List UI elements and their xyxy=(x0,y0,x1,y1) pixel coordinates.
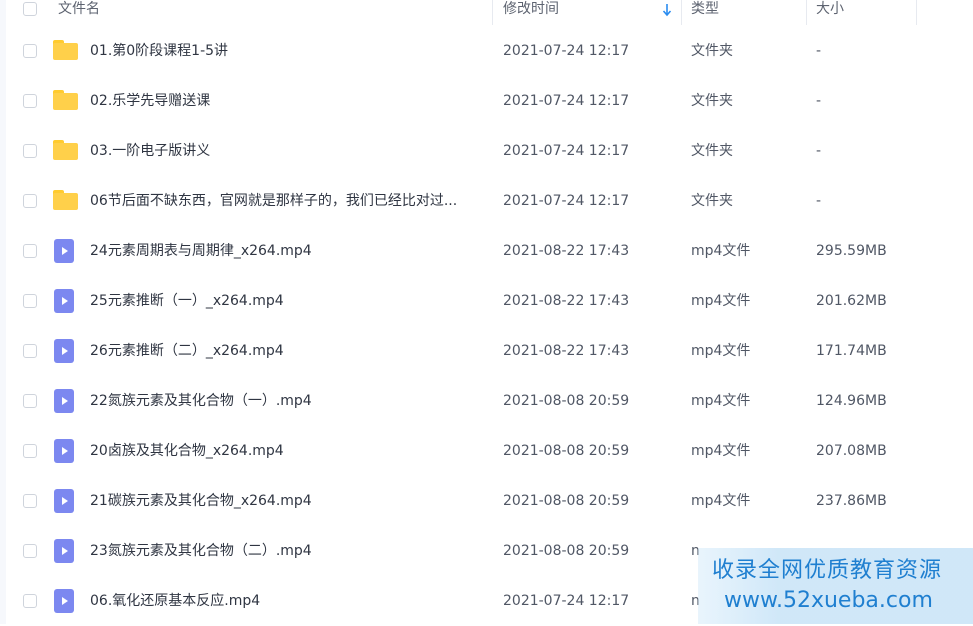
file-size: - xyxy=(816,143,822,159)
file-name-link[interactable]: 21碳族元素及其化合物_x264.mp4 xyxy=(90,476,312,526)
file-name-link[interactable]: 26元素推断（二）_x264.mp4 xyxy=(90,326,284,376)
file-name-link[interactable]: 24元素周期表与周期律_x264.mp4 xyxy=(90,226,312,276)
file-row[interactable]: 25元素推断（一）_x264.mp4 2021-08-22 17:43 mp4文件 2… xyxy=(6,276,973,326)
file-name-link[interactable]: 20卤族及其化合物_x264.mp4 xyxy=(90,426,284,476)
file-row[interactable]: 02.乐学先导赠送课 2021-07-24 12:17 文件夹 - xyxy=(6,76,973,126)
file-size: 237.86MB xyxy=(816,493,887,509)
folder-icon xyxy=(53,90,78,110)
file-size: 295.59MB xyxy=(816,243,887,259)
file-type: mp4文件 xyxy=(691,443,751,459)
file-name-link[interactable]: 03.一阶电子版讲义 xyxy=(90,126,210,176)
file-name-link[interactable]: 06节后面不缺东西，官网就是那样子的，我们已经比对过... xyxy=(90,176,457,226)
watermark-url: www.52xueba.com xyxy=(724,588,933,613)
file-type: 文件夹 xyxy=(691,93,733,109)
file-row[interactable]: 06节后面不缺东西，官网就是那样子的，我们已经比对过... 2021-07-24 … xyxy=(6,176,973,226)
modified-time: 2021-07-24 12:17 xyxy=(503,593,630,609)
column-divider xyxy=(492,0,493,25)
modified-time: 2021-07-24 12:17 xyxy=(503,43,630,59)
column-divider xyxy=(681,0,682,25)
file-type: mp4文件 xyxy=(691,493,751,509)
file-size: - xyxy=(816,193,822,209)
modified-time: 2021-08-22 17:43 xyxy=(503,293,630,309)
file-size: 201.62MB xyxy=(816,293,887,309)
file-name-link[interactable]: 01.第0阶段课程1-5讲 xyxy=(90,26,228,76)
file-row[interactable]: 22氮族元素及其化合物（一）.mp4 2021-08-08 20:59 mp4文件 1… xyxy=(6,376,973,426)
file-size: 171.74MB xyxy=(816,343,887,359)
row-checkbox[interactable] xyxy=(23,594,37,608)
video-file-icon xyxy=(54,339,74,363)
modified-time: 2021-07-24 12:17 xyxy=(503,193,630,209)
file-type: mp4文件 xyxy=(691,343,751,359)
column-header-size[interactable]: 大小 xyxy=(816,0,844,25)
select-all-checkbox[interactable] xyxy=(23,2,37,16)
video-file-icon xyxy=(54,289,74,313)
file-row[interactable]: 20卤族及其化合物_x264.mp4 2021-08-08 20:59 mp4文件 2… xyxy=(6,426,973,476)
column-header-name[interactable]: 文件名 xyxy=(58,0,100,25)
file-type: 文件夹 xyxy=(691,43,733,59)
file-row[interactable]: 24元素周期表与周期律_x264.mp4 2021-08-22 17:43 mp4文… xyxy=(6,226,973,276)
modified-time: 2021-07-24 12:17 xyxy=(503,93,630,109)
row-checkbox[interactable] xyxy=(23,44,37,58)
modified-time: 2021-08-22 17:43 xyxy=(503,243,630,259)
file-row[interactable]: 21碳族元素及其化合物_x264.mp4 2021-08-08 20:59 mp4文… xyxy=(6,476,973,526)
file-size: - xyxy=(816,43,822,59)
modified-time: 2021-08-08 20:59 xyxy=(503,543,630,559)
file-size: - xyxy=(816,93,822,109)
watermark-slogan: 收录全网优质教育资源 xyxy=(712,558,943,583)
video-file-icon xyxy=(54,539,74,563)
sort-descending-icon[interactable] xyxy=(662,3,672,17)
file-type: 文件夹 xyxy=(691,193,733,209)
modified-time: 2021-08-08 20:59 xyxy=(503,443,630,459)
file-type: mp4文件 xyxy=(691,243,751,259)
column-divider xyxy=(806,0,807,25)
modified-time: 2021-08-22 17:43 xyxy=(503,343,630,359)
file-name-link[interactable]: 02.乐学先导赠送课 xyxy=(90,76,210,126)
file-row[interactable]: 01.第0阶段课程1-5讲 2021-07-24 12:17 文件夹 - xyxy=(6,26,973,76)
folder-icon xyxy=(53,190,78,210)
video-file-icon xyxy=(54,439,74,463)
file-name-link[interactable]: 06.氧化还原基本反应.mp4 xyxy=(90,576,260,626)
modified-time: 2021-08-08 20:59 xyxy=(503,393,630,409)
file-size: 207.08MB xyxy=(816,443,887,459)
column-divider xyxy=(916,0,917,25)
row-checkbox[interactable] xyxy=(23,94,37,108)
video-file-icon xyxy=(54,589,74,613)
folder-icon xyxy=(53,40,78,60)
watermark-banner: 收录全网优质教育资源 www.52xueba.com xyxy=(698,548,973,624)
row-checkbox[interactable] xyxy=(23,344,37,358)
row-checkbox[interactable] xyxy=(23,544,37,558)
row-checkbox[interactable] xyxy=(23,144,37,158)
video-file-icon xyxy=(54,489,74,513)
file-name-link[interactable]: 23氮族元素及其化合物（二）.mp4 xyxy=(90,526,312,576)
row-checkbox[interactable] xyxy=(23,494,37,508)
file-type: 文件夹 xyxy=(691,143,733,159)
row-checkbox[interactable] xyxy=(23,444,37,458)
file-list-header: 文件名 修改时间 类型 大小 xyxy=(6,0,973,25)
folder-icon xyxy=(53,140,78,160)
row-checkbox[interactable] xyxy=(23,194,37,208)
file-type: mp4文件 xyxy=(691,293,751,309)
file-row[interactable]: 03.一阶电子版讲义 2021-07-24 12:17 文件夹 - xyxy=(6,126,973,176)
column-header-modified-time[interactable]: 修改时间 xyxy=(503,0,559,25)
modified-time: 2021-07-24 12:17 xyxy=(503,143,630,159)
video-file-icon xyxy=(54,239,74,263)
file-type: mp4文件 xyxy=(691,393,751,409)
file-name-link[interactable]: 22氮族元素及其化合物（一）.mp4 xyxy=(90,376,312,426)
row-checkbox[interactable] xyxy=(23,394,37,408)
row-checkbox[interactable] xyxy=(23,294,37,308)
file-row[interactable]: 26元素推断（二）_x264.mp4 2021-08-22 17:43 mp4文件 1… xyxy=(6,326,973,376)
row-checkbox[interactable] xyxy=(23,244,37,258)
modified-time: 2021-08-08 20:59 xyxy=(503,493,630,509)
file-size: 124.96MB xyxy=(816,393,887,409)
column-header-type[interactable]: 类型 xyxy=(691,0,719,25)
video-file-icon xyxy=(54,389,74,413)
file-name-link[interactable]: 25元素推断（一）_x264.mp4 xyxy=(90,276,284,326)
